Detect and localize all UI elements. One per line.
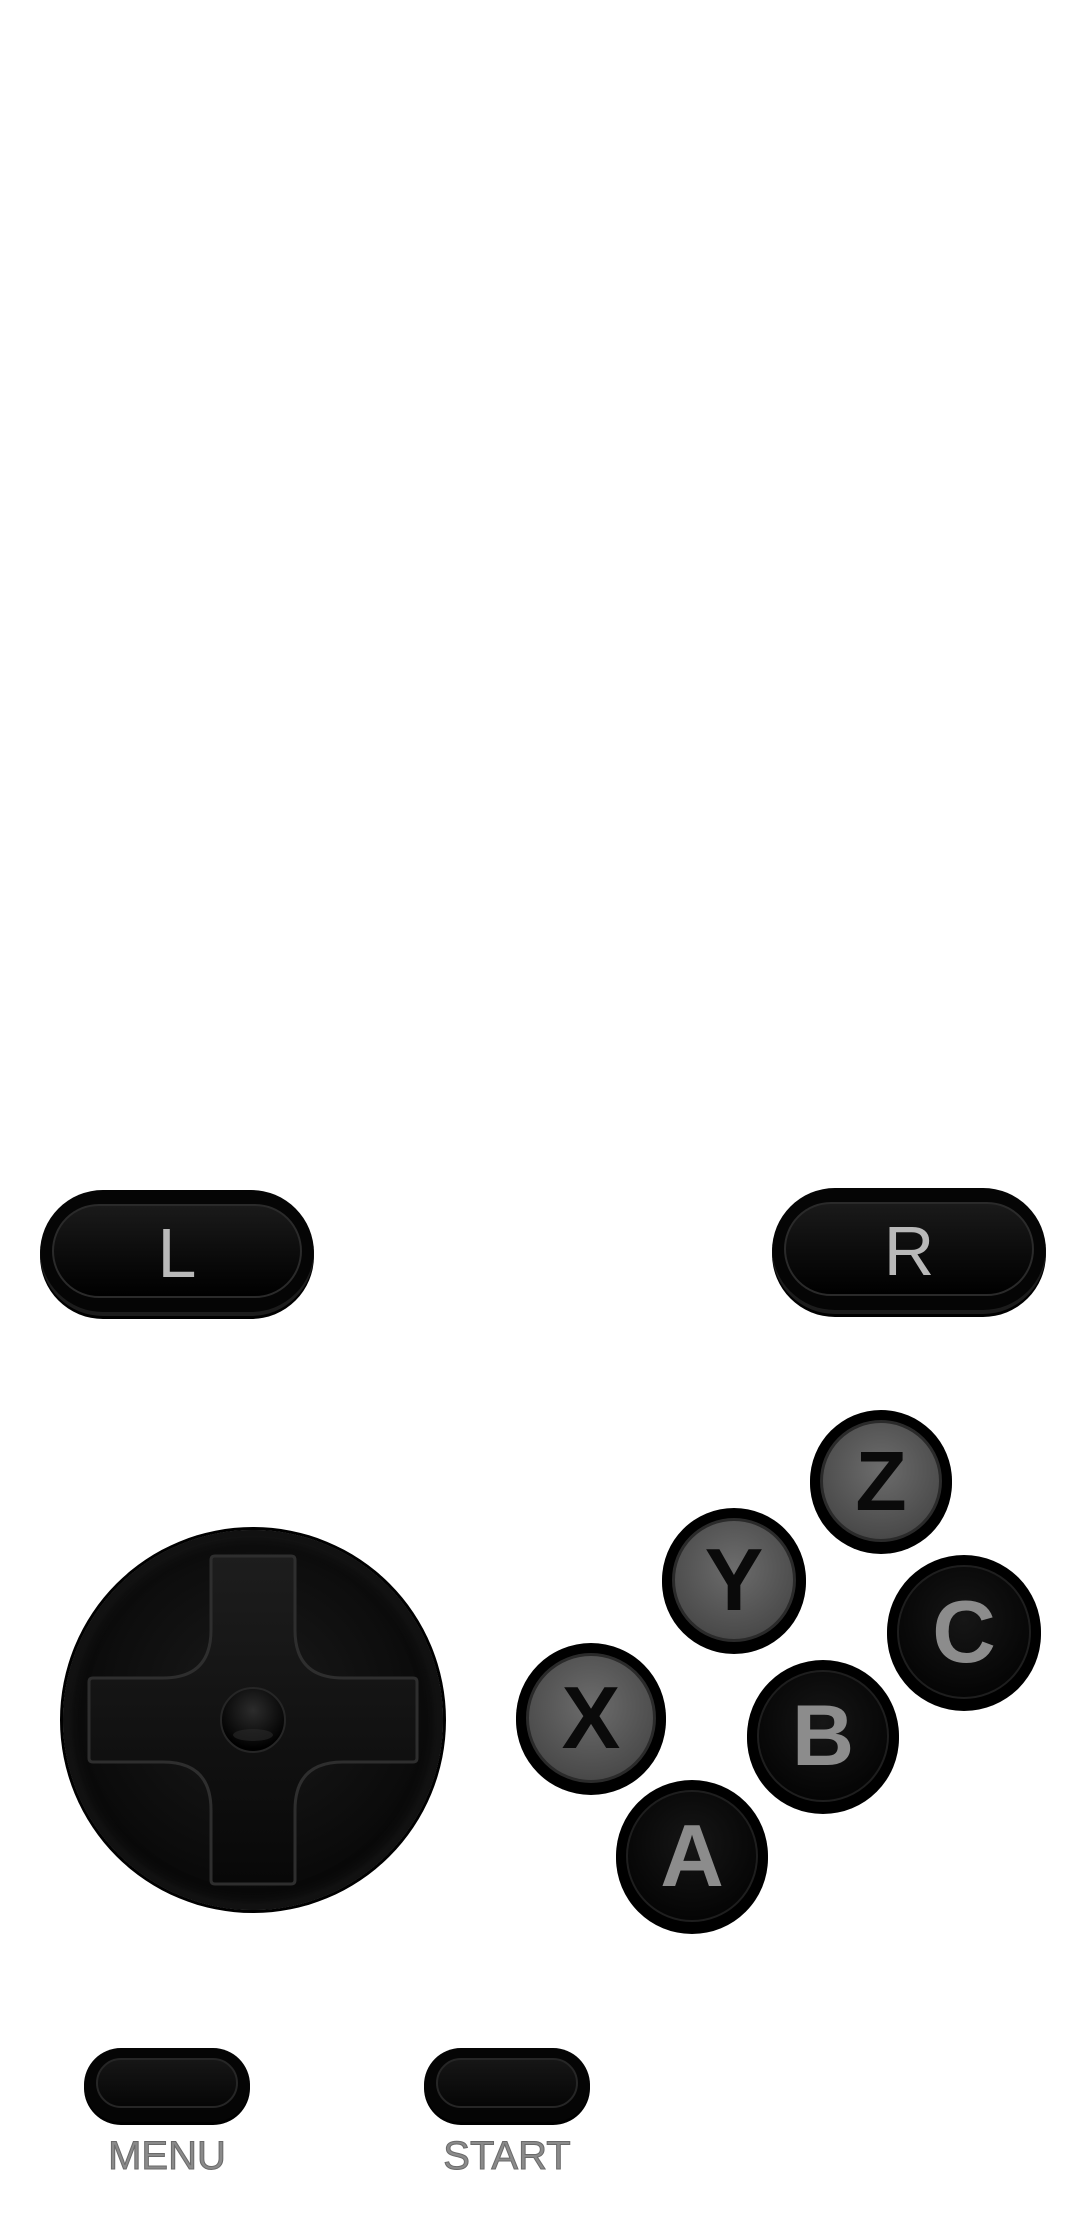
y-button-label: Y xyxy=(704,1530,764,1629)
b-button-label: B xyxy=(791,1688,855,1784)
game-display-area xyxy=(0,0,1080,1150)
a-button[interactable]: A xyxy=(616,1780,768,1932)
z-button-label: Z xyxy=(855,1434,907,1528)
emulator-screen: L R Z Y C X B A MENU START xyxy=(0,0,1080,2220)
start-button[interactable] xyxy=(424,2048,590,2122)
l-button-label: L xyxy=(157,1214,197,1292)
c-button-label: C xyxy=(932,1582,996,1681)
a-button-label: A xyxy=(660,1806,724,1905)
dpad-cross-icon xyxy=(87,1554,419,1886)
r-shoulder-button[interactable]: R xyxy=(772,1188,1046,1314)
menu-button-label: MENU xyxy=(108,2134,227,2179)
r-button-label: R xyxy=(883,1212,935,1290)
b-button[interactable]: B xyxy=(747,1660,899,1812)
dpad[interactable] xyxy=(63,1530,443,1910)
menu-button[interactable] xyxy=(84,2048,250,2122)
z-button[interactable]: Z xyxy=(810,1410,952,1552)
x-button-label: X xyxy=(561,1668,621,1767)
start-button-label: START xyxy=(443,2134,571,2179)
y-button[interactable]: Y xyxy=(662,1508,806,1652)
l-shoulder-button[interactable]: L xyxy=(40,1190,314,1316)
x-button[interactable]: X xyxy=(516,1643,666,1793)
c-button[interactable]: C xyxy=(887,1555,1041,1709)
